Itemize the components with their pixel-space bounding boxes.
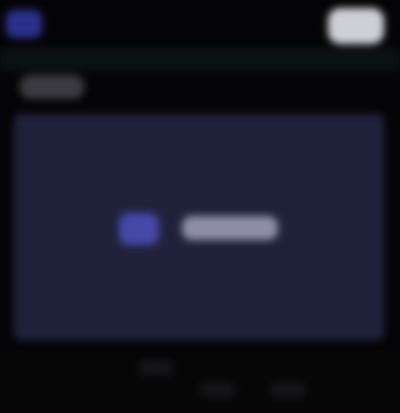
footer-bar (0, 352, 400, 413)
app-logo-icon[interactable] (6, 10, 42, 38)
top-bar (0, 0, 400, 48)
tab-active[interactable] (20, 75, 84, 99)
chat-bubble-icon (119, 213, 159, 245)
subheader-bar (0, 48, 400, 70)
app-title (50, 15, 120, 29)
toolbar (0, 70, 400, 104)
footer-item[interactable] (270, 382, 306, 398)
user-avatar-button[interactable] (328, 8, 384, 44)
footer-item[interactable] (200, 382, 236, 398)
footer-item[interactable] (138, 360, 174, 376)
panel-label[interactable] (182, 216, 278, 240)
main-panel (14, 114, 384, 340)
